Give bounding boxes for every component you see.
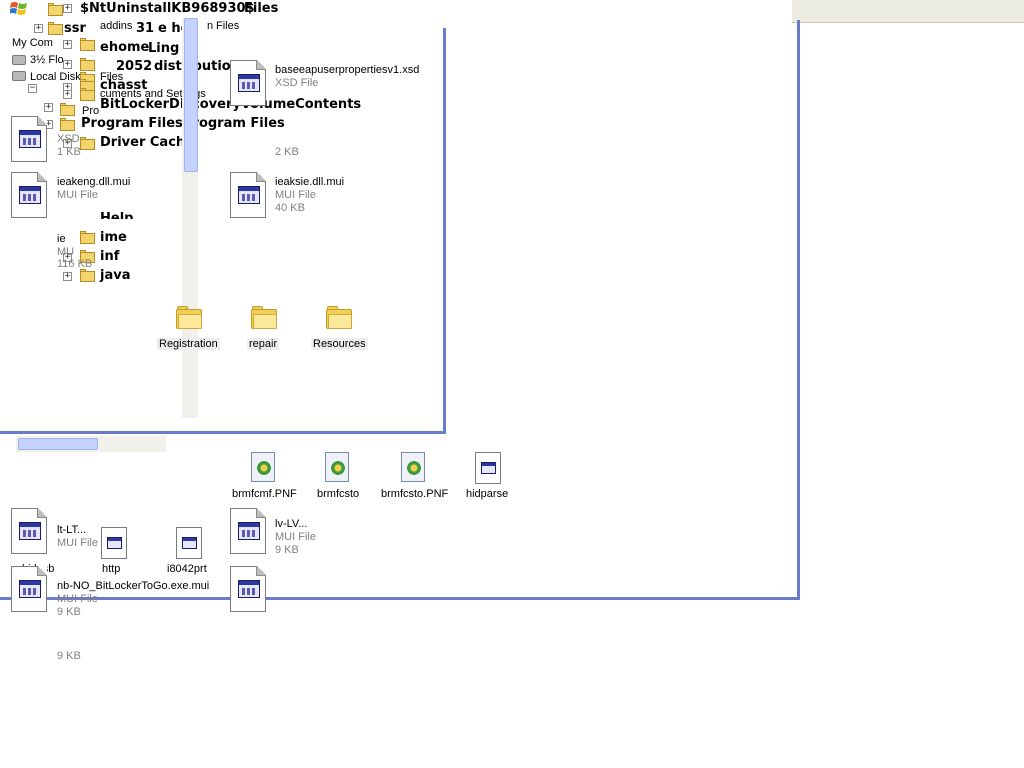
folder-label-repair[interactable]: repair	[247, 338, 280, 350]
file-type: MUI File	[57, 537, 98, 549]
file-size-fragment: 1 KB	[57, 146, 81, 158]
file-name[interactable]: ieakeng.dll.mui	[57, 176, 130, 188]
file-label-i8042prt[interactable]: i8042prt	[167, 563, 207, 575]
tree-item-inf[interactable]: inf	[100, 249, 119, 264]
mui-file-icon[interactable]	[229, 566, 267, 612]
file-type: MUI File	[57, 593, 98, 605]
mui-file-icon[interactable]	[10, 508, 48, 554]
tree-item-help[interactable]: Help	[100, 211, 133, 219]
file-size-fragment: 116 KB	[57, 258, 93, 270]
tree-item-driver-cache[interactable]: Driver Cache	[100, 135, 194, 150]
pnf-file-icon[interactable]	[251, 452, 277, 484]
expand-icon[interactable]: +	[63, 272, 72, 281]
file-type-fragment: MU	[57, 246, 75, 258]
disk-drive-icon	[12, 71, 26, 81]
tree-item-program-files[interactable]: Program Files	[81, 116, 183, 131]
folder-icon	[80, 231, 95, 244]
folder-label-resources[interactable]: Resources	[311, 338, 368, 350]
file-type-fragment: XSD	[57, 133, 80, 145]
xsd-file-icon[interactable]	[229, 60, 267, 106]
tree-item-ling[interactable]: Ling	[148, 41, 179, 56]
tree-item-addins[interactable]: addins	[100, 20, 132, 32]
file-size: 40 KB	[275, 202, 305, 214]
folder-icon[interactable]	[326, 306, 354, 330]
file-type: MUI File	[275, 531, 316, 543]
tree-item-floppy[interactable]: 3½ Flo	[30, 54, 64, 66]
pnf-file-icon[interactable]	[401, 452, 427, 484]
expand-icon[interactable]: +	[63, 4, 72, 13]
windows-logo-icon	[10, 2, 27, 15]
taskbar-band	[792, 0, 1024, 23]
folder-icon	[48, 22, 63, 35]
expand-icon[interactable]: +	[63, 40, 72, 49]
vertical-scroll-thumb[interactable]	[184, 18, 198, 172]
expand-icon[interactable]: +	[63, 90, 72, 99]
collapse-icon[interactable]: −	[28, 84, 37, 93]
mui-file-icon[interactable]	[10, 172, 48, 218]
folder-icon	[80, 38, 95, 51]
folder-icon[interactable]	[251, 306, 279, 330]
expand-icon[interactable]: +	[34, 24, 43, 33]
tree-fragment-files: Files	[216, 20, 240, 32]
tree-item-local-disk[interactable]: Local Disk	[30, 71, 81, 83]
folder-icon	[48, 3, 63, 16]
mui-file-icon[interactable]	[229, 508, 267, 554]
file-size: 9 KB	[57, 606, 81, 618]
tree-fragment-n: n	[207, 20, 214, 32]
file-label-hidparse[interactable]: hidparse	[466, 488, 508, 500]
tree-fragment-31: 31	[136, 21, 155, 36]
mui-file-icon[interactable]	[10, 116, 48, 162]
folder-label-registration[interactable]: Registration	[157, 338, 220, 350]
sys-file-icon[interactable]	[101, 527, 129, 561]
file-size: 9 KB	[275, 544, 299, 556]
sys-file-icon[interactable]	[475, 452, 503, 486]
mui-file-icon[interactable]	[10, 566, 48, 612]
file-name[interactable]: nb-NO_BitLockerToGo.exe.mui	[57, 580, 209, 592]
file-type: XSD File	[275, 77, 319, 89]
expand-icon[interactable]: +	[63, 60, 72, 69]
folder-icon	[60, 118, 75, 131]
folder-icon	[80, 88, 95, 101]
folder-title: $NtUninstallKB968930$	[80, 1, 255, 16]
folder-title-suffix: Files	[244, 1, 279, 16]
tree-item-java[interactable]: java	[100, 268, 130, 283]
file-name-fragment[interactable]: ie	[57, 233, 66, 245]
horizontal-scroll-thumb[interactable]	[18, 438, 98, 450]
floppy-drive-icon	[12, 55, 26, 65]
expand-icon[interactable]: +	[44, 103, 53, 112]
folder-icon[interactable]	[176, 306, 204, 330]
file-label-brmfcmf[interactable]: brmfcmf.PNF	[232, 488, 297, 500]
tree-item-my-computer[interactable]: My Com	[12, 37, 53, 49]
file-name[interactable]: baseeapuserpropertiesv1.xsd	[275, 64, 419, 76]
file-size: 2 KB	[275, 146, 299, 158]
file-name[interactable]: ieaksie.dll.mui	[275, 176, 344, 188]
file-name[interactable]: lv-LV...	[275, 518, 307, 530]
tree-fragment-ssr: ssr	[64, 21, 86, 36]
sys-file-icon[interactable]	[176, 527, 204, 561]
settings-file-icon[interactable]	[325, 452, 351, 484]
folder-icon	[80, 137, 95, 150]
tree-item-ehome[interactable]: ehome	[100, 40, 149, 55]
file-name[interactable]: lt-LT...	[57, 524, 86, 536]
folder-icon	[60, 103, 75, 116]
file-label-brmfcsto-pnf[interactable]: brmfcsto.PNF	[381, 488, 448, 500]
file-label-http[interactable]: http	[102, 563, 120, 575]
file-size-fragment: 9 KB	[57, 650, 81, 662]
folder-icon	[80, 58, 95, 71]
tree-item-program-files-2[interactable]: Program Files	[183, 116, 285, 131]
file-type: MUI File	[57, 189, 98, 201]
mui-file-icon[interactable]	[229, 172, 267, 218]
tree-item-ime[interactable]: ime	[100, 230, 127, 245]
file-type: MUI File	[275, 189, 316, 201]
file-label-brmfcsto[interactable]: brmfcsto	[317, 488, 359, 500]
folder-icon	[80, 269, 95, 282]
